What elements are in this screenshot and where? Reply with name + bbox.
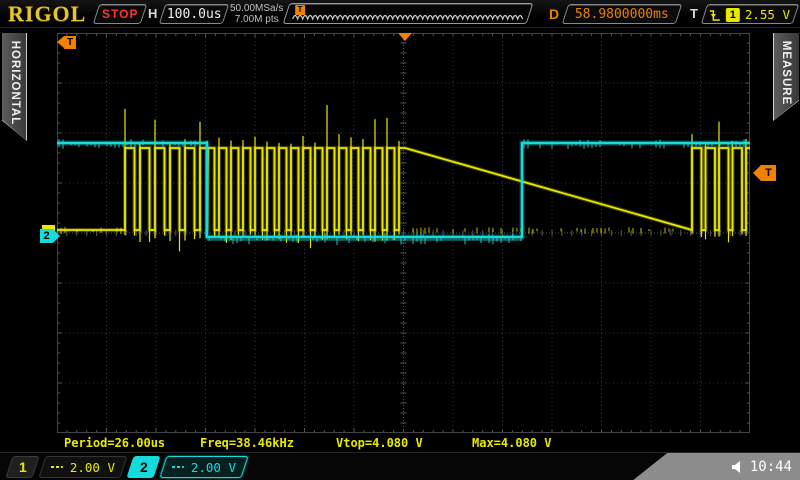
tab-horizontal[interactable]: HORIZONTAL: [2, 33, 27, 141]
ch1-scale-readout[interactable]: 2.00 V: [38, 456, 127, 478]
clock: 10:44: [750, 459, 792, 475]
trigger-level-marker[interactable]: T: [753, 165, 776, 181]
run-status-label: STOP: [102, 7, 138, 21]
waveform-display: [57, 33, 750, 433]
tab-horizontal-label: HORIZONTAL: [9, 40, 21, 125]
memory-waveform-icon: [289, 4, 525, 24]
trigger-position-arrow-icon: [57, 36, 64, 48]
horizontal-position-marker-icon[interactable]: [398, 33, 412, 41]
trigger-readout[interactable]: 1 2.55 V: [701, 4, 799, 24]
tab-measure-label: MEASURE: [780, 41, 792, 106]
channel-status-bar: 1 2.00 V 2 2.00 V 10:: [0, 452, 800, 480]
trigger-position-marker[interactable]: T: [57, 36, 76, 49]
acquisition-info: 50.00MSa/s 7.00M pts: [230, 3, 283, 25]
measurement-period[interactable]: Period=26.00us: [64, 436, 165, 450]
tab-measure[interactable]: MEASURE: [773, 33, 799, 121]
sample-rate: 50.00MSa/s: [230, 3, 283, 14]
trigger-level-arrow-icon: [753, 165, 761, 181]
timebase-readout[interactable]: 100.0us: [159, 4, 229, 24]
top-status-bar: RIGOL STOP H 100.0us 50.00MSa/s 7.00M pt…: [0, 0, 800, 28]
run-status-badge[interactable]: STOP: [93, 4, 147, 24]
measurement-vtop[interactable]: Vtop=4.080 V: [336, 436, 423, 450]
ch2-position-label: 2: [40, 229, 53, 243]
ch2-coupling-dc-icon: [172, 463, 184, 471]
trigger-label: T: [690, 6, 698, 21]
ch2-volts-per-div: 2.00 V: [191, 460, 236, 475]
oscilloscope-screen: RIGOL STOP H 100.0us 50.00MSa/s 7.00M pt…: [0, 0, 800, 480]
speaker-icon: [732, 461, 745, 473]
delay-value: 58.9800000ms: [575, 7, 669, 22]
system-status-zone: 10:44: [632, 453, 800, 480]
ch2-number: 2: [140, 459, 148, 475]
measurement-max[interactable]: Max=4.080 V: [472, 436, 551, 450]
measurement-row: Period=26.00us Freq=38.46kHz Vtop=4.080 …: [0, 436, 800, 451]
memory-position-bar[interactable]: T: [283, 3, 534, 24]
ch1-button[interactable]: 1: [5, 456, 39, 478]
trigger-level-t-icon: T: [761, 165, 776, 181]
delay-label: D: [549, 6, 559, 22]
ch2-position-arrow-icon: [53, 229, 60, 243]
trigger-position-t-icon: T: [64, 36, 76, 49]
rigol-logo: RIGOL: [8, 1, 86, 27]
ch1-coupling-dc-icon: [51, 463, 63, 471]
trigger-source-badge: 1: [726, 7, 740, 21]
ch2-button[interactable]: 2: [126, 456, 160, 478]
delay-readout[interactable]: 58.9800000ms: [562, 4, 682, 24]
ch2-scale-readout[interactable]: 2.00 V: [159, 456, 248, 478]
ch2-position-marker[interactable]: 2: [40, 229, 60, 243]
falling-edge-icon: [709, 7, 721, 21]
horizontal-label: H: [148, 6, 157, 21]
measurement-freq[interactable]: Freq=38.46kHz: [200, 436, 294, 450]
timebase-value: 100.0us: [167, 7, 222, 22]
memory-depth: 7.00M pts: [230, 14, 283, 25]
ch1-number: 1: [19, 459, 27, 475]
trigger-level-value: 2.55 V: [745, 7, 790, 22]
ch1-volts-per-div: 2.00 V: [70, 460, 115, 475]
